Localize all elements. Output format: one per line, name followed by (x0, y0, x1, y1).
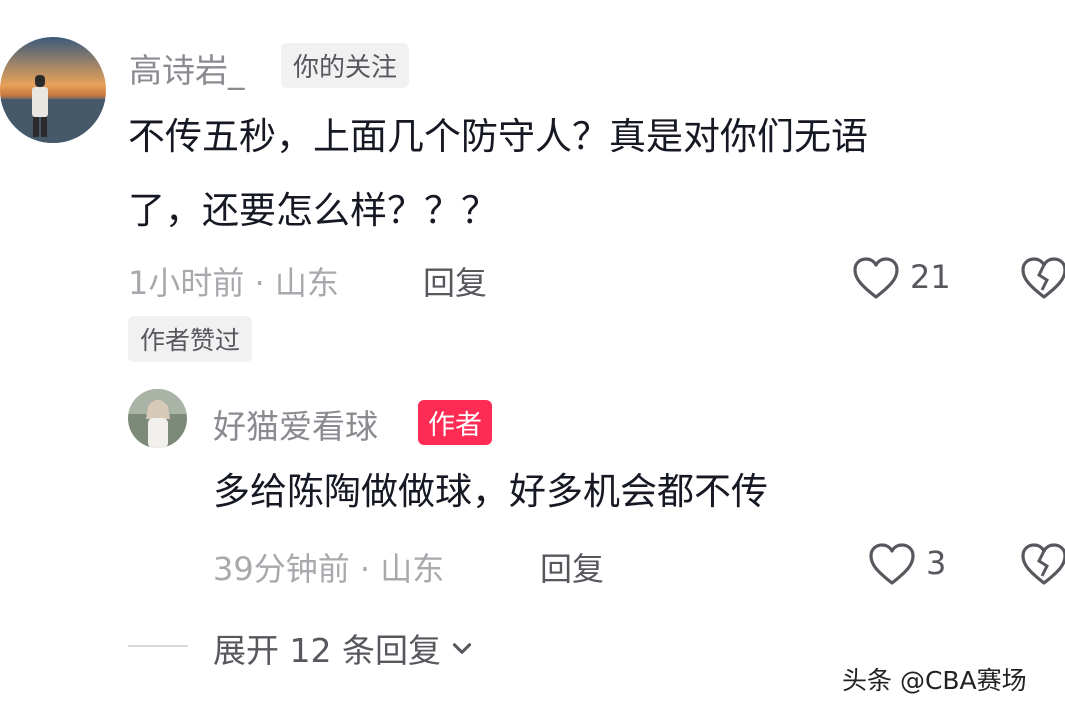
avatar[interactable] (0, 37, 106, 143)
watermark: 头条 @CBA赛场 (842, 666, 1027, 695)
like-button[interactable] (852, 256, 902, 302)
username[interactable]: 好猫爱看球 (213, 400, 378, 448)
username[interactable]: 高诗岩_ (129, 44, 245, 92)
reply-button[interactable]: 回复 (540, 544, 604, 590)
expand-replies-label: 展开 12 条回复 (213, 631, 441, 670)
heart-icon (869, 543, 915, 585)
dislike-button[interactable] (1020, 256, 1065, 302)
like-button[interactable] (868, 542, 918, 588)
avatar-image (0, 37, 106, 143)
avatar[interactable] (128, 389, 187, 448)
comment-meta: 39分钟前 · 山东 (213, 550, 445, 588)
like-count: 21 (910, 258, 951, 296)
comment-text-line: 不传五秒，上面几个防守人？真是对你们无语 (128, 115, 868, 158)
expand-replies-button[interactable]: 展开 12 条回复 (213, 624, 475, 672)
heart-icon (853, 257, 899, 299)
comment-meta: 1小时前 · 山东 (128, 264, 339, 302)
dislike-button[interactable] (1020, 542, 1065, 588)
reply-button[interactable]: 回复 (423, 258, 487, 304)
like-count: 3 (926, 544, 947, 582)
chevron-down-icon (452, 643, 472, 654)
comment-text: 多给陈陶做做球，好多机会都不传 (213, 470, 768, 513)
divider-line (128, 645, 188, 647)
author-liked-badge: 作者赞过 (128, 316, 253, 362)
broken-heart-icon (1021, 257, 1065, 299)
comment-text-line: 了，还要怎么样？？？ (128, 189, 498, 232)
comment-text: 不传五秒，上面几个防守人？真是对你们无语 了，还要怎么样？？？ (128, 100, 1048, 248)
avatar-image (128, 389, 187, 448)
author-tag: 作者 (418, 400, 492, 445)
broken-heart-icon (1021, 543, 1065, 585)
following-tag: 你的关注 (281, 43, 410, 88)
